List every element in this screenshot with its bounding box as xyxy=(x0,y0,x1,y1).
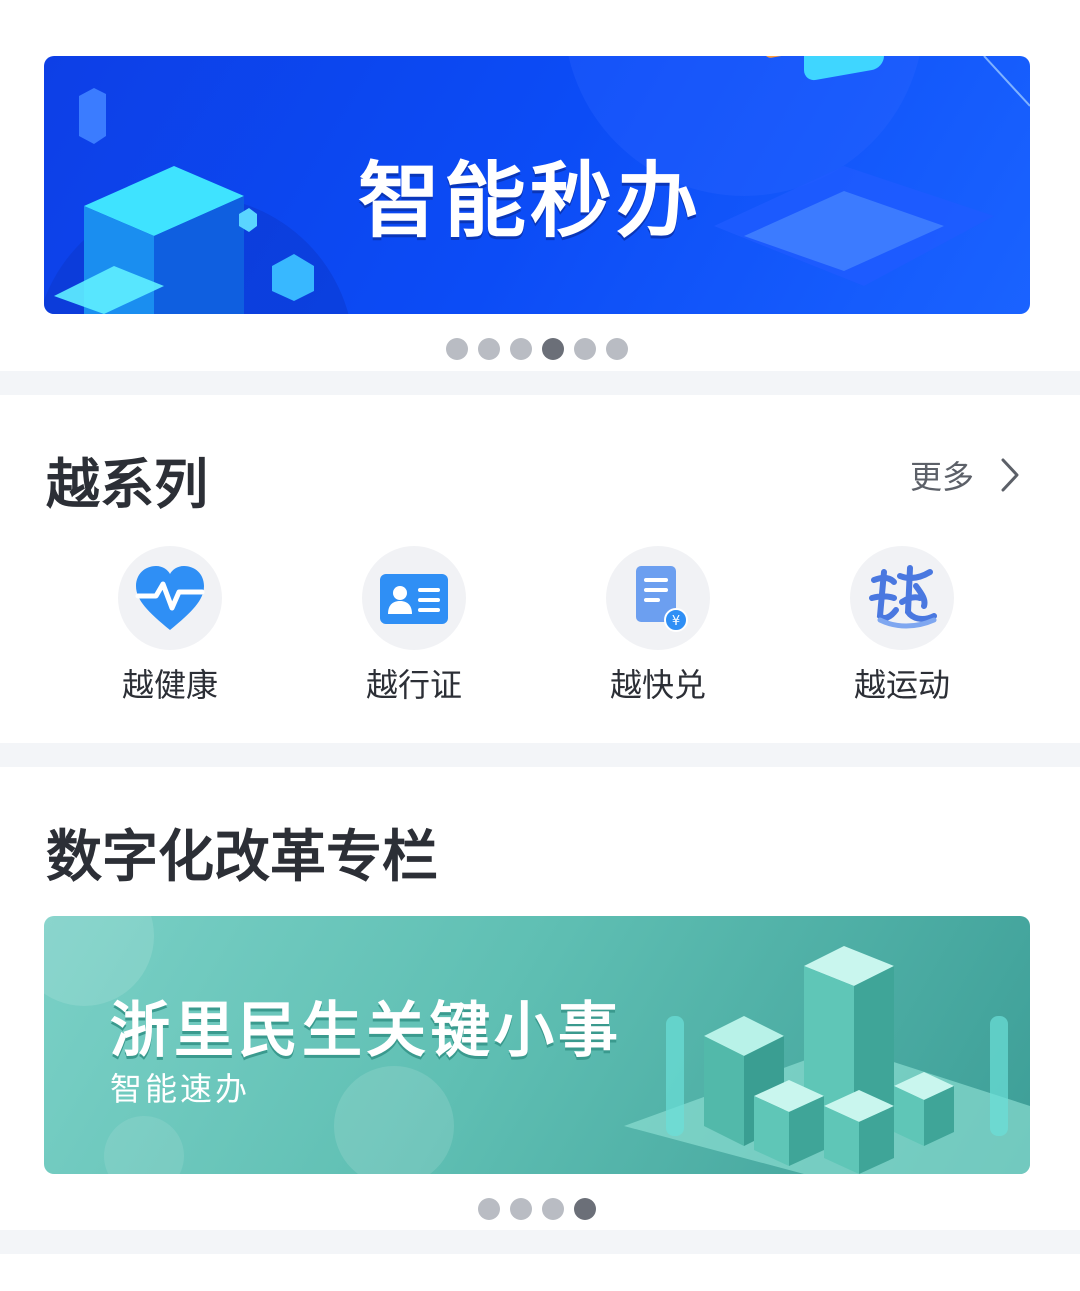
pagination-dot[interactable] xyxy=(606,338,628,360)
svg-text:¥: ¥ xyxy=(672,614,680,629)
service-label: 越行证 xyxy=(365,666,462,704)
pagination-dot-active[interactable] xyxy=(574,1198,596,1220)
banner-subtitle: 智能速办 xyxy=(110,1070,251,1108)
service-yue-sport[interactable]: 越运动 xyxy=(812,546,992,706)
pagination-dot[interactable] xyxy=(446,338,468,360)
digital-reform-banner[interactable]: 浙里民生关键小事 智能速办 xyxy=(44,916,1030,1174)
more-link[interactable]: 更多 xyxy=(910,452,1020,498)
section-title-digital-reform: 数字化改革专栏 xyxy=(46,825,438,890)
pagination-dot[interactable] xyxy=(478,1198,500,1220)
pagination-dot[interactable] xyxy=(478,338,500,360)
service-yue-redeem[interactable]: ¥ 越快兑 xyxy=(568,546,748,706)
top-banner[interactable]: 智能秒办 xyxy=(44,56,1030,314)
document-yuan-icon: ¥ xyxy=(606,546,710,650)
yue-calligraphy-icon xyxy=(850,546,954,650)
page: 智能秒办 越系列 更多 越健康 越行证 ¥ 越快兑 越运动 数字化改革专栏 浙里… xyxy=(0,0,1080,1291)
section-divider xyxy=(0,371,1080,395)
service-label: 越运动 xyxy=(853,666,950,704)
banner-title: 智能秒办 xyxy=(358,154,703,249)
service-label: 越健康 xyxy=(121,666,218,704)
pagination-dot[interactable] xyxy=(510,338,532,360)
more-label: 更多 xyxy=(909,458,974,496)
top-banner-pagination xyxy=(446,338,628,360)
pagination-dot[interactable] xyxy=(574,338,596,360)
service-label: 越快兑 xyxy=(609,666,706,704)
heart-pulse-icon xyxy=(118,546,222,650)
section-divider xyxy=(0,743,1080,767)
pagination-dot[interactable] xyxy=(542,1198,564,1220)
section-title-yue-series: 越系列 xyxy=(46,453,208,516)
pagination-dot-active[interactable] xyxy=(542,338,564,360)
id-card-icon xyxy=(362,546,466,650)
digital-reform-pagination xyxy=(478,1198,596,1220)
banner-title: 浙里民生关键小事 xyxy=(110,996,622,1066)
pagination-dot[interactable] xyxy=(510,1198,532,1220)
service-yue-health[interactable]: 越健康 xyxy=(80,546,260,706)
service-yue-pass[interactable]: 越行证 xyxy=(324,546,504,706)
section-divider xyxy=(0,1230,1080,1254)
chevron-right-icon xyxy=(1001,458,1019,492)
